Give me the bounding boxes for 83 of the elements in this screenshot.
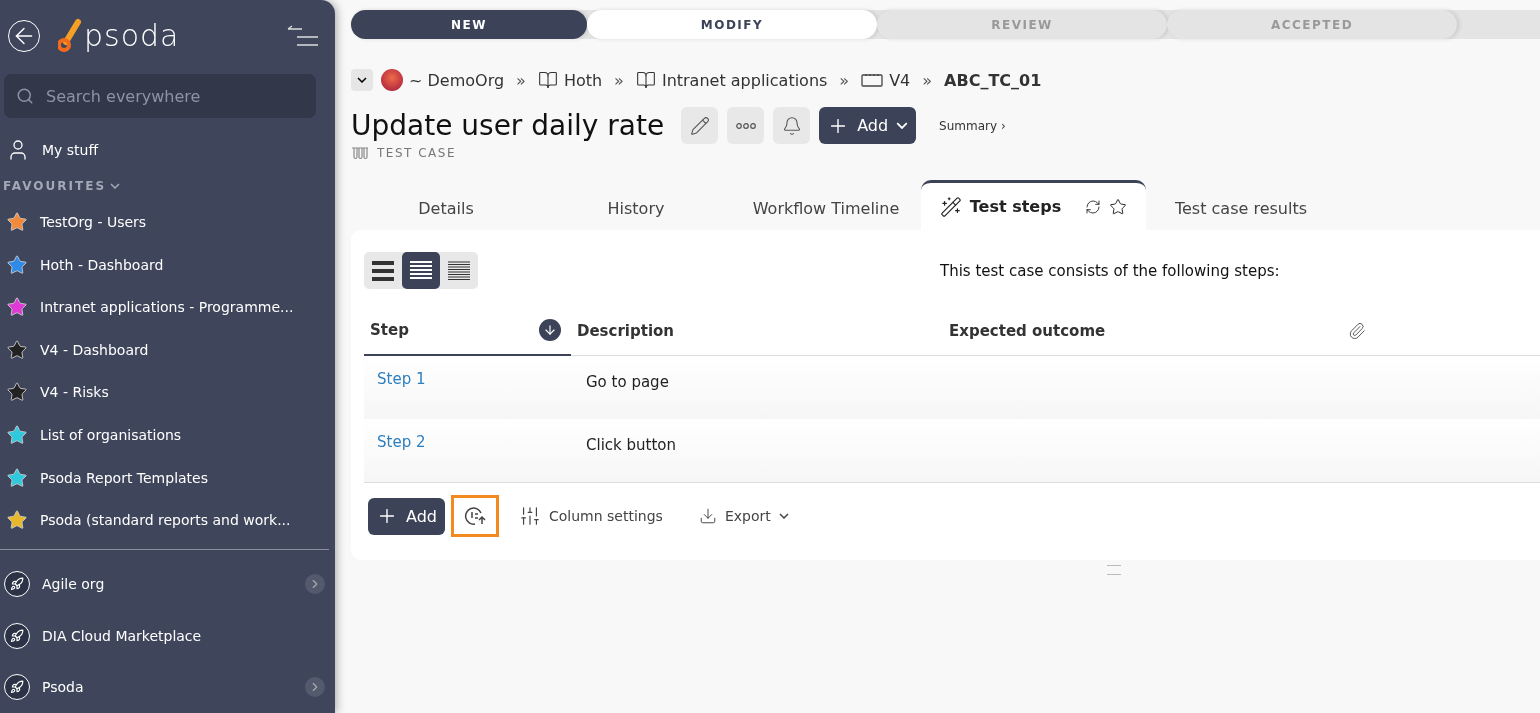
wand-icon bbox=[939, 195, 962, 218]
org-avatar bbox=[381, 69, 403, 91]
favourite-item[interactable]: TestOrg - Users bbox=[0, 200, 335, 244]
intro-text: This test case consists of the following steps: bbox=[940, 261, 1280, 280]
workflow-stage[interactable]: MODIFY bbox=[587, 10, 877, 39]
chevron-right-icon[interactable] bbox=[305, 677, 325, 698]
list-density-icon bbox=[409, 259, 433, 282]
chevron-icon bbox=[110, 182, 121, 189]
add-step-button[interactable]: Add bbox=[368, 497, 445, 535]
attachment-icon bbox=[1348, 322, 1366, 340]
favourite-item[interactable]: Hoth - Dashboard bbox=[0, 243, 335, 286]
step-link[interactable]: Step 1 bbox=[364, 356, 571, 419]
download-icon bbox=[698, 507, 717, 525]
workflow-stage[interactable]: NEW bbox=[351, 10, 587, 39]
type-label: TEST CASE bbox=[377, 146, 456, 160]
book-icon bbox=[635, 70, 656, 90]
rocket-icon bbox=[4, 571, 30, 598]
more-icon bbox=[735, 122, 756, 129]
export-button[interactable]: Export bbox=[682, 507, 805, 525]
chevron-icon bbox=[896, 121, 909, 130]
collapse-menu-icon[interactable] bbox=[287, 24, 319, 47]
logo-mark-icon bbox=[58, 17, 82, 54]
table-cell-text: Click button bbox=[585, 435, 677, 456]
list-density-icon bbox=[371, 259, 395, 282]
add-button[interactable]: Add bbox=[819, 107, 917, 144]
breadcrumb-link[interactable]: V4 bbox=[861, 70, 911, 90]
sliders-icon bbox=[519, 505, 541, 527]
edit-button[interactable] bbox=[681, 107, 719, 144]
tab[interactable]: Workflow Timeline bbox=[731, 186, 921, 230]
rocket-icon bbox=[4, 674, 30, 701]
notify-button[interactable] bbox=[773, 107, 811, 144]
search-icon bbox=[16, 87, 34, 106]
test-tubes-icon bbox=[351, 146, 369, 160]
breadcrumb-separator: » bbox=[516, 70, 526, 90]
sort-down-icon bbox=[539, 319, 561, 341]
calendar-icon bbox=[861, 73, 884, 87]
favourite-item[interactable]: Intranet applications - Programme... bbox=[0, 285, 335, 329]
tab[interactable]: Test case results bbox=[1146, 186, 1336, 230]
table-cell-text: Go to page bbox=[585, 372, 670, 393]
book-icon bbox=[537, 70, 558, 90]
column-header[interactable]: Expected outcome bbox=[943, 307, 1348, 355]
organisation-item[interactable]: DIA Cloud Marketplace bbox=[0, 610, 335, 662]
breadcrumb-separator: » bbox=[614, 70, 624, 90]
renumber-icon bbox=[463, 504, 487, 528]
column-header[interactable]: Description bbox=[571, 307, 943, 355]
star-icon[interactable] bbox=[1109, 197, 1128, 216]
dropdown-toggle[interactable] bbox=[351, 69, 373, 91]
breadcrumb-link[interactable]: ABC_TC_01 bbox=[944, 70, 1042, 90]
chevron-icon bbox=[778, 513, 789, 519]
breadcrumb-separator: » bbox=[839, 70, 850, 90]
favourite-item[interactable]: V4 - Dashboard bbox=[0, 328, 335, 372]
chevron-icon bbox=[357, 77, 367, 83]
tab[interactable]: History bbox=[541, 186, 731, 230]
favourite-item[interactable]: List of organisations bbox=[0, 413, 335, 457]
sidebar-item[interactable]: My stuff bbox=[0, 128, 335, 171]
refresh-icon[interactable] bbox=[1085, 198, 1102, 215]
resize-handle[interactable] bbox=[1107, 565, 1121, 575]
rocket-icon bbox=[4, 622, 30, 649]
search-field[interactable]: Search everywhere bbox=[4, 74, 316, 119]
favourite-item[interactable]: Psoda (standard reports and work... bbox=[0, 498, 335, 542]
breadcrumb-link[interactable]: Hoth bbox=[537, 70, 603, 90]
view-mode-button[interactable] bbox=[402, 252, 440, 289]
summary-link[interactable]: Summary › bbox=[939, 118, 1006, 133]
organisation-item[interactable]: Agile org bbox=[0, 558, 335, 610]
tab[interactable]: Test steps bbox=[921, 180, 1146, 230]
column-settings-button[interactable]: Column settings bbox=[503, 505, 679, 527]
breadcrumb-link[interactable]: Intranet applications bbox=[635, 70, 828, 90]
logo-text: psoda bbox=[84, 18, 180, 54]
tab[interactable]: Details bbox=[351, 186, 541, 230]
step-link[interactable]: Step 2 bbox=[364, 419, 571, 482]
pencil-icon bbox=[689, 115, 710, 136]
more-button[interactable] bbox=[727, 107, 765, 144]
chevron-right-icon[interactable] bbox=[305, 574, 325, 595]
favourite-item[interactable]: Psoda Report Templates bbox=[0, 456, 335, 499]
breadcrumb-link[interactable]: ~ DemoOrg bbox=[381, 69, 505, 91]
favourite-item[interactable]: V4 - Risks bbox=[0, 371, 335, 414]
favourites-header[interactable]: FAVOURITES bbox=[0, 170, 124, 201]
renumber-button[interactable] bbox=[451, 495, 499, 537]
bell-icon bbox=[781, 115, 802, 136]
page-title: Update user daily rate bbox=[351, 109, 665, 142]
breadcrumb-separator: » bbox=[922, 70, 933, 90]
organisation-item[interactable]: Psoda bbox=[0, 661, 335, 713]
list-density-icon bbox=[447, 259, 471, 282]
